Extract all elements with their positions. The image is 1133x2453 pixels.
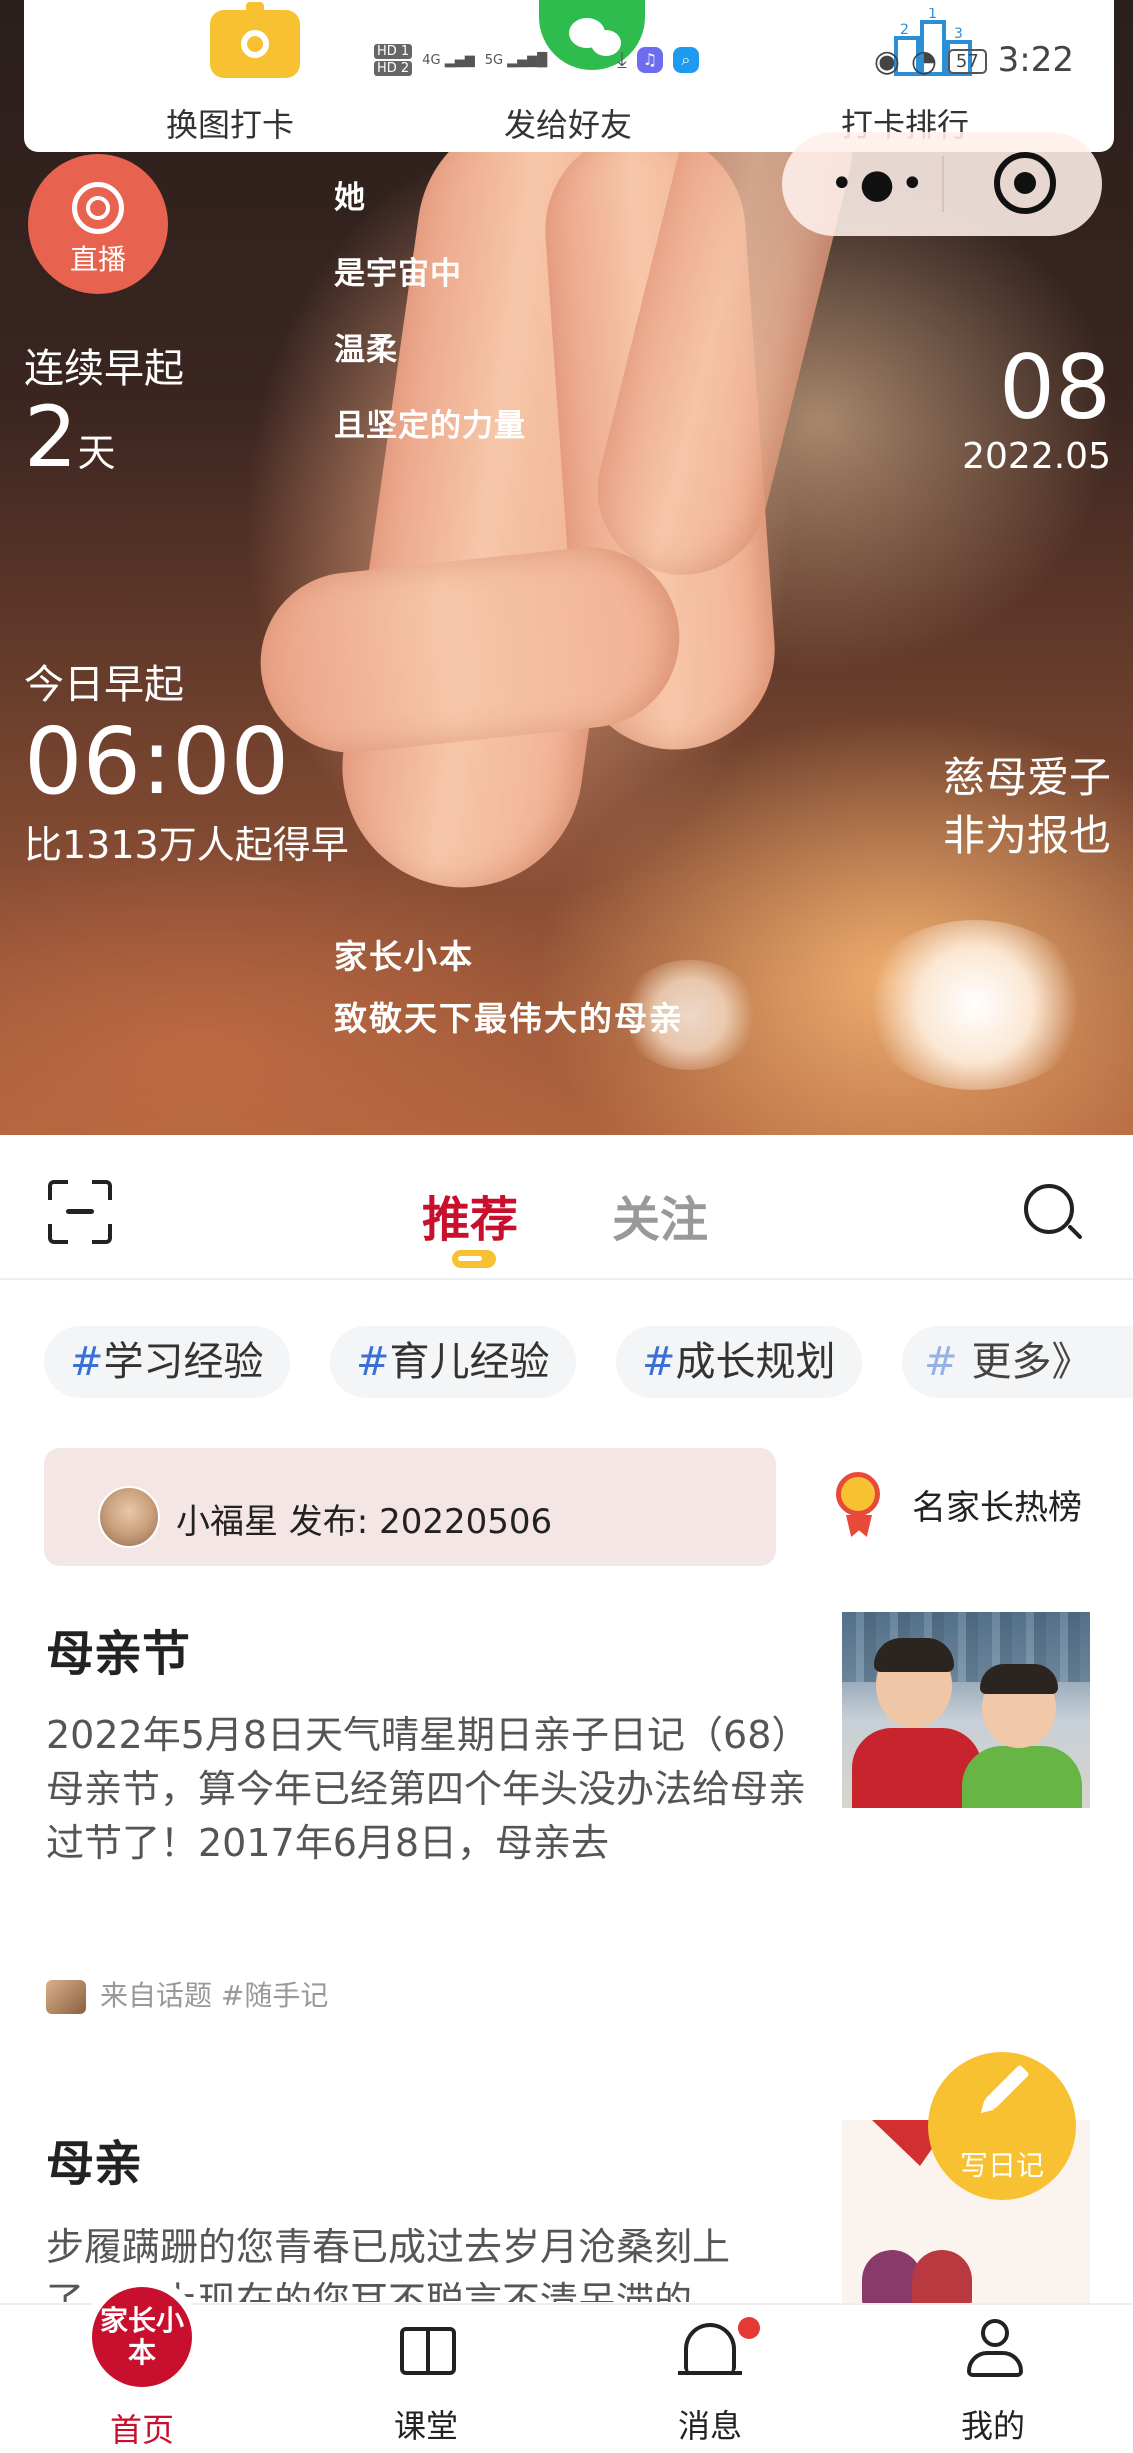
capsule-divider	[942, 156, 944, 212]
topic-hash: #	[924, 1339, 958, 1385]
topic-parenting[interactable]: #育儿经验	[330, 1326, 576, 1398]
user-icon	[967, 2319, 1023, 2379]
nav-home-label: 首页	[109, 2411, 174, 2449]
post-body[interactable]: 2022年5月8日天气晴星期日亲子日记（68）母亲节，算今年已经第四个年头没办法…	[46, 1708, 806, 1870]
publish-text: 小福星 发布: 20220506	[176, 1502, 553, 1542]
poem-line-1: 她	[334, 180, 366, 216]
write-diary-button[interactable]: 写日记	[928, 2052, 1076, 2200]
topic-study[interactable]: #学习经验	[44, 1326, 290, 1398]
topic-more[interactable]: # 更多》	[902, 1326, 1133, 1398]
write-diary-label: 写日记	[959, 2149, 1044, 2182]
signal-4g-icon: 4G ▂▄▆	[422, 52, 475, 68]
today-label: 今日早起	[24, 662, 184, 708]
post-thumbnail[interactable]	[842, 1612, 1090, 1808]
clock-icon: ◔	[910, 44, 938, 79]
topic-label: 育儿经验	[389, 1339, 550, 1385]
music-app-icon: ♫	[636, 47, 663, 73]
svg-text:2: 2	[900, 22, 909, 38]
send-friend-button[interactable]: 发给好友	[468, 100, 668, 146]
famous-parents-ranking[interactable]: 名家长热榜	[832, 1470, 1102, 1540]
streak-value: 2天	[24, 392, 115, 498]
home-logo-icon: 家长小本	[82, 2277, 202, 2397]
download-icon: ⤓	[617, 47, 627, 73]
status-right: ◉ ◔ 57 3:22	[874, 40, 1074, 80]
pencil-icon	[984, 2064, 1030, 2110]
avatar	[98, 1486, 160, 1548]
nav-messages-label: 消息	[677, 2407, 742, 2445]
4g-label: 4G	[422, 52, 441, 68]
brand-line-2: 致敬天下最伟大的母亲	[334, 999, 684, 1038]
brand-line-1: 家长小本	[334, 937, 474, 976]
today-time: 06:00	[24, 708, 290, 815]
miniprogram-capsule: •●•	[782, 132, 1102, 236]
poem-line-3: 温柔	[334, 332, 398, 368]
battery-icon: 57	[947, 49, 987, 74]
streak-number: 2	[24, 388, 78, 486]
hd2-badge: HD 2	[374, 61, 413, 76]
search-app-icon: ⌕	[672, 47, 699, 73]
active-tab-indicator	[452, 1250, 496, 1268]
close-target-icon[interactable]	[994, 152, 1056, 214]
topic-growth[interactable]: #成长规划	[616, 1326, 862, 1398]
topic-hash: #	[642, 1339, 676, 1385]
topic-avatar	[46, 1980, 86, 2014]
quote-line-2: 非为报也	[942, 811, 1111, 860]
feed-tabbar: 推荐 关注	[0, 1150, 1133, 1280]
scan-icon[interactable]	[48, 1180, 112, 1244]
post-title[interactable]: 母亲	[46, 2124, 142, 2194]
medal-icon	[836, 1472, 880, 1516]
famous-label: 名家长热榜	[912, 1488, 1082, 1528]
search-icon[interactable]	[1022, 1182, 1083, 1242]
poem-line-2: 是宇宙中	[334, 256, 462, 292]
topic-label: 学习经验	[103, 1339, 264, 1385]
more-dots-icon[interactable]: •●•	[830, 164, 930, 204]
svg-text:1: 1	[928, 8, 937, 22]
rank-text: 比1313万人起得早	[24, 823, 349, 867]
camera-icon[interactable]	[210, 2, 300, 78]
tab-recommend[interactable]: 推荐	[422, 1180, 518, 1250]
status-network-icons: HD 1 HD 2 4G ▂▄▆ 5G ▂▄▆█ ⤓ ♫ ⌕	[374, 30, 699, 90]
eye-icon: ◉	[873, 44, 901, 79]
quote-line-1: 慈母爱子	[942, 753, 1111, 802]
poem-line-4: 且坚定的力量	[334, 408, 526, 444]
bottom-navigation: 家长小本 首页 课堂 消息 我的	[0, 2277, 1133, 2453]
nav-mine-label: 我的	[960, 2407, 1025, 2445]
top-action-panel: 1 2 3 换图打卡 发给好友 打卡排行 HD 1 HD 2 4G ▂▄▆ 5G…	[24, 0, 1114, 152]
source-tag: #随手记	[220, 1979, 329, 2012]
streak-label: 连续早起	[24, 346, 184, 392]
topic-label: 成长规划	[675, 1339, 836, 1385]
5g-label: 5G	[484, 52, 504, 68]
source-prefix: 来自话题	[100, 1979, 213, 2012]
signal-5g-icon: 5G ▂▄▆█	[484, 52, 548, 68]
book-icon	[400, 2327, 456, 2375]
topic-hash: #	[70, 1339, 104, 1385]
topic-hash: #	[356, 1339, 390, 1385]
post-title[interactable]: 母亲节	[46, 1614, 190, 1684]
hd1-badge: HD 1	[374, 44, 413, 59]
live-label: 直播	[69, 243, 126, 276]
topic-label: 更多》	[971, 1339, 1092, 1385]
change-image-button[interactable]: 换图打卡	[130, 100, 330, 146]
streak-unit: 天	[77, 431, 116, 475]
nav-class-label: 课堂	[393, 2407, 458, 2445]
date-day: 08	[999, 336, 1111, 439]
publish-banner[interactable]: 小福星 发布: 20220506	[44, 1448, 776, 1566]
live-button[interactable]: 直播	[28, 154, 168, 294]
home-logo-text: 家长小本	[92, 2287, 192, 2387]
notification-dot	[738, 2317, 760, 2339]
flower-decoration	[860, 920, 1090, 1090]
date-year-month: 2022.05	[962, 436, 1111, 477]
post-source[interactable]: 来自话题 #随手记	[46, 1974, 328, 2014]
bell-icon	[678, 2323, 742, 2375]
tab-follow[interactable]: 关注	[612, 1180, 708, 1250]
live-icon	[72, 182, 124, 234]
clock-time: 3:22	[997, 40, 1074, 80]
